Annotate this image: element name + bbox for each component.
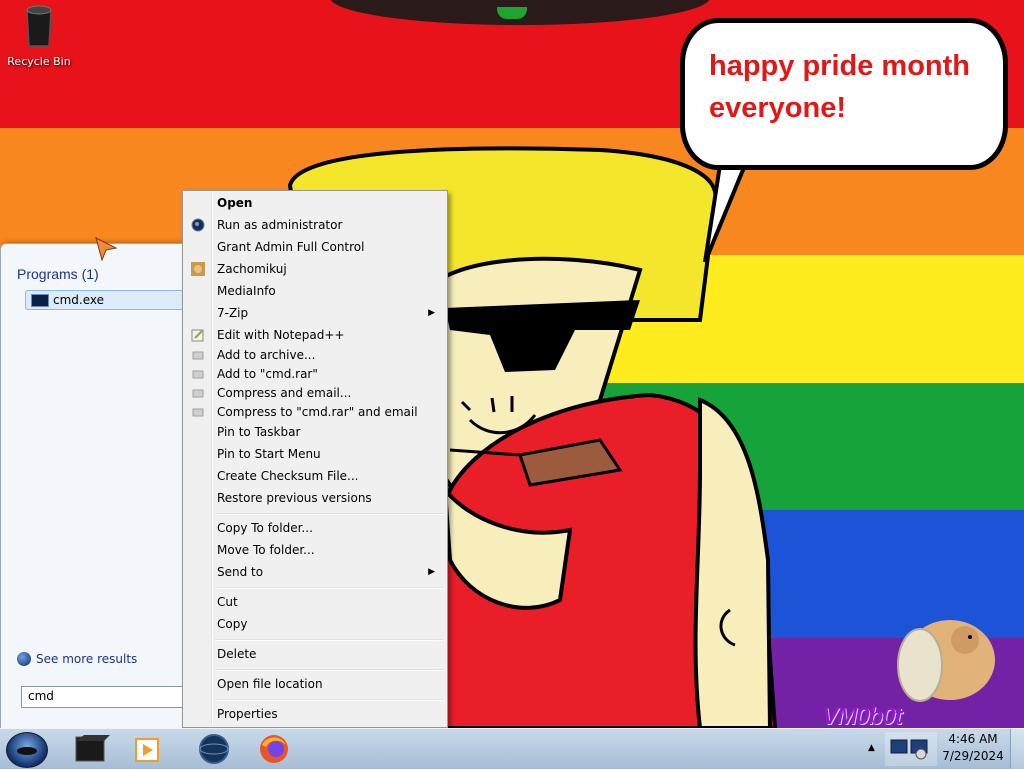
menu-item-properties[interactable]: Properties [185, 704, 445, 724]
menu-item-restore-versions[interactable]: Restore previous versions [185, 488, 445, 508]
menu-item-move-to-folder[interactable]: Move To folder... [185, 540, 445, 560]
menu-item-delete[interactable]: Delete [185, 644, 445, 664]
menu-item-compress-email[interactable]: Compress and email... [185, 383, 445, 403]
menu-separator [215, 669, 443, 671]
start-menu: Programs (1) cmd.exe See more results cm… [0, 243, 196, 730]
archive-icon [192, 370, 204, 379]
menu-item-open[interactable]: Open [185, 193, 445, 213]
hamster-icon [191, 262, 205, 276]
search-globe-icon [17, 652, 31, 666]
submenu-arrow-icon: ▶ [428, 567, 435, 577]
watermark-text: VM0b0t [822, 703, 902, 730]
menu-item-grant-admin[interactable]: Grant Admin Full Control [185, 237, 445, 257]
archive-icon [192, 389, 204, 398]
speech-bubble: happy pride month everyone! [680, 18, 1008, 170]
firefox-icon [260, 735, 288, 763]
see-more-label: See more results [36, 652, 138, 666]
clock[interactable]: 4:46 AM 7/29/2024 [940, 731, 1006, 767]
cmd-window-icon [75, 735, 110, 762]
start-button[interactable] [6, 732, 48, 768]
speech-bubble-text: happy pride month everyone! [709, 50, 970, 124]
notepad-icon [191, 329, 204, 342]
media-player-icon [135, 738, 159, 762]
menu-item-open-file-location[interactable]: Open file location [185, 674, 445, 694]
globe-browser-icon [199, 734, 229, 764]
network-icon[interactable] [885, 732, 937, 766]
taskbar-browser-button[interactable] [186, 731, 242, 767]
taskbar-cmd-button[interactable] [62, 731, 118, 767]
see-more-results-link[interactable]: See more results [17, 652, 137, 666]
taskbar: ▲ 4:46 AM 7/29/2024 [0, 728, 1024, 769]
tray-overflow-arrow-icon[interactable]: ▲ [868, 743, 875, 753]
recycle-bin-label: Recycle Bin [7, 55, 71, 68]
clock-date: 7/29/2024 [942, 749, 1004, 763]
menu-item-copy-to-folder[interactable]: Copy To folder... [185, 518, 445, 538]
menu-item-pin-taskbar[interactable]: Pin to Taskbar [185, 422, 445, 442]
archive-icon [192, 408, 204, 417]
shield-icon [191, 218, 205, 232]
menu-item-edit-notepad[interactable]: Edit with Notepad++ [185, 325, 445, 345]
show-desktop-button[interactable] [1010, 729, 1024, 769]
recycle-bin[interactable]: Recycle Bin [4, 4, 74, 68]
program-item-cmd[interactable]: cmd.exe [25, 290, 195, 310]
menu-separator [215, 699, 443, 701]
menu-item-cut[interactable]: Cut [185, 592, 445, 612]
cmd-icon [31, 293, 49, 307]
clock-time: 4:46 AM [948, 732, 998, 746]
menu-item-send-to[interactable]: Send to ▶ [185, 562, 445, 582]
menu-item-mediainfo[interactable]: MediaInfo [185, 281, 445, 301]
menu-item-compress-rar-email[interactable]: Compress to "cmd.rar" and email [185, 402, 445, 422]
menu-item-copy[interactable]: Copy [185, 614, 445, 634]
menu-item-run-as-admin[interactable]: Run as administrator [185, 215, 445, 235]
mouse-cursor-icon [95, 237, 118, 262]
context-menu: Open Run as administrator Grant Admin Fu… [182, 190, 448, 728]
menu-item-checksum[interactable]: Create Checksum File... [185, 466, 445, 486]
start-search-input[interactable]: cmd [21, 686, 195, 708]
submenu-arrow-icon: ▶ [428, 308, 435, 318]
menu-item-zachomikuj[interactable]: Zachomikuj [185, 259, 445, 279]
recycle-bin-icon [26, 5, 52, 47]
menu-separator [215, 587, 443, 589]
menu-item-add-cmd-rar[interactable]: Add to "cmd.rar" [185, 364, 445, 384]
system-tray [885, 732, 937, 766]
menu-item-add-archive[interactable]: Add to archive... [185, 345, 445, 365]
archive-icon [192, 351, 204, 360]
menu-separator [215, 639, 443, 641]
taskbar-firefox-button[interactable] [246, 731, 302, 767]
program-item-label: cmd.exe [53, 293, 105, 307]
menu-separator [215, 513, 443, 515]
menu-item-7zip[interactable]: 7-Zip ▶ [185, 303, 445, 323]
programs-header: Programs (1) [17, 266, 99, 282]
taskbar-media-button[interactable] [120, 731, 176, 767]
menu-item-pin-start[interactable]: Pin to Start Menu [185, 444, 445, 464]
